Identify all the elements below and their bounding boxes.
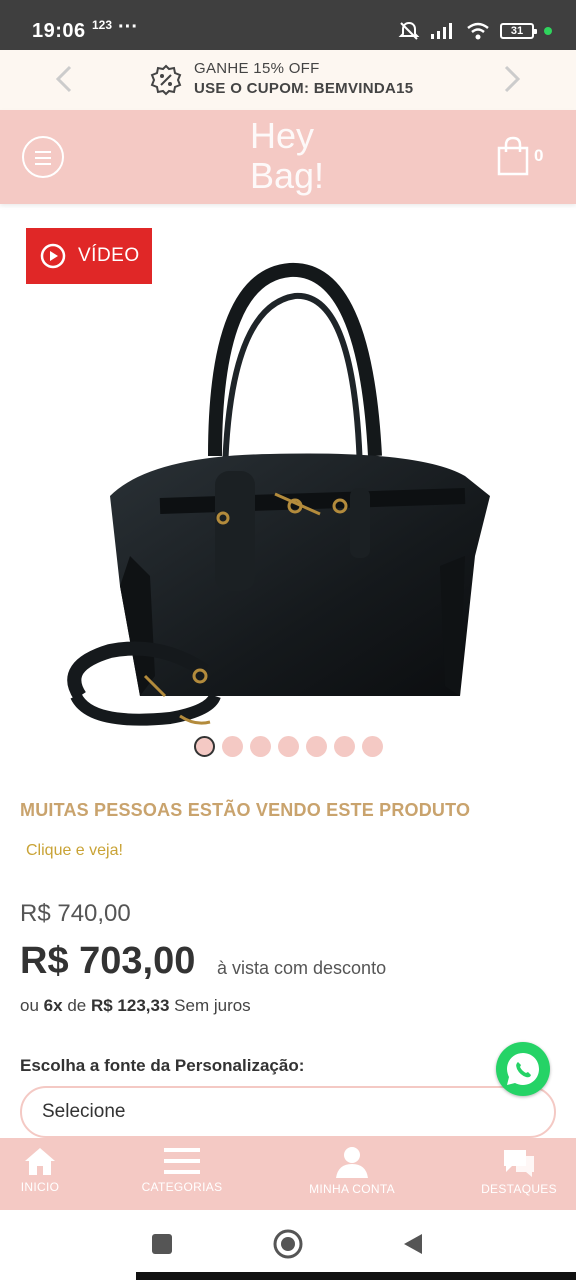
installments-suffix: Sem juros [174, 996, 251, 1015]
price: R$ 703,00 [20, 940, 196, 982]
back-icon[interactable] [400, 1232, 424, 1256]
nav-account[interactable]: MINHA CONTA [296, 1138, 408, 1210]
installments-mid: de [67, 996, 87, 1015]
status-time: 19:06 [32, 20, 86, 42]
font-select[interactable]: Selecione [20, 1086, 556, 1138]
status-dots: ··· [118, 16, 138, 38]
gallery-dot[interactable] [222, 736, 243, 757]
click-and-see-link[interactable]: Clique e veja! [26, 842, 123, 860]
gallery-dot[interactable] [194, 736, 215, 757]
gallery-dot[interactable] [334, 736, 355, 757]
gallery-dot[interactable] [306, 736, 327, 757]
installments-prefix: ou [20, 996, 39, 1015]
nav-highlights-label: DESTAQUES [481, 1182, 557, 1196]
chat-icon [504, 1150, 534, 1177]
logo-line1: Hey [250, 115, 315, 156]
installments: ou 6x de R$ 123,33 Sem juros [20, 996, 251, 1016]
gallery-dots [194, 736, 383, 757]
nav-highlights[interactable]: DESTAQUES [474, 1138, 564, 1210]
menu-button[interactable] [22, 136, 64, 178]
cart-count: 0 [534, 146, 544, 165]
site-header: Hey Bag! 0 [0, 110, 576, 204]
font-select-label: Escolha a fonte da Personalização: [20, 1056, 305, 1075]
home-icon [25, 1148, 55, 1175]
privacy-dot [544, 27, 552, 35]
battery-icon: 31 [500, 23, 537, 39]
nav-account-label: MINHA CONTA [309, 1182, 395, 1196]
discount-badge-icon [150, 64, 182, 96]
product-image[interactable] [20, 256, 550, 736]
whatsapp-button[interactable] [496, 1042, 550, 1096]
mute-icon [398, 21, 420, 40]
logo-line2: Bag! [250, 155, 325, 196]
installments-count: 6x [43, 996, 63, 1015]
home-button-icon[interactable] [272, 1228, 304, 1260]
wifi-icon [467, 22, 489, 40]
whatsapp-icon [507, 1053, 539, 1085]
signal-icon [431, 23, 452, 39]
status-extra: 123 [92, 18, 113, 32]
nav-home[interactable]: INICIO [0, 1138, 80, 1210]
promo-coupon: USE O CUPOM: BEMVINDA15 [194, 80, 414, 97]
list-icon [164, 1148, 200, 1174]
user-icon [336, 1147, 368, 1178]
viewing-notice: MUITAS PESSOAS ESTÃO VENDO ESTE PRODUTO [20, 800, 471, 820]
nav-home-label: INICIO [20, 1180, 60, 1194]
gallery-dot[interactable] [362, 736, 383, 757]
gesture-bar [136, 1272, 576, 1280]
chevron-left-icon[interactable] [50, 64, 80, 94]
price-note: à vista com desconto [217, 958, 387, 978]
gallery-dot[interactable] [278, 736, 299, 757]
promo-title: GANHE 15% OFF [194, 60, 320, 77]
nav-categories-label: CATEGORIAS [141, 1180, 223, 1194]
system-nav [0, 1210, 576, 1280]
gallery-dot[interactable] [250, 736, 271, 757]
promo-banner: GANHE 15% OFF USE O CUPOM: BEMVINDA15 [0, 50, 576, 110]
old-price: R$ 740,00 [20, 900, 131, 927]
bottom-nav: INICIO CATEGORIAS MINHA CONTA DESTAQUES [0, 1138, 576, 1210]
installments-value: R$ 123,33 [90, 996, 170, 1015]
shopping-bag-icon[interactable] [496, 136, 530, 176]
chevron-right-icon[interactable] [496, 64, 526, 94]
logo[interactable]: Hey Bag! [250, 116, 324, 196]
nav-categories[interactable]: CATEGORIAS [130, 1138, 234, 1210]
recent-apps-icon[interactable] [150, 1232, 174, 1256]
status-bar: 19:06 123 ··· 31 [0, 0, 576, 50]
